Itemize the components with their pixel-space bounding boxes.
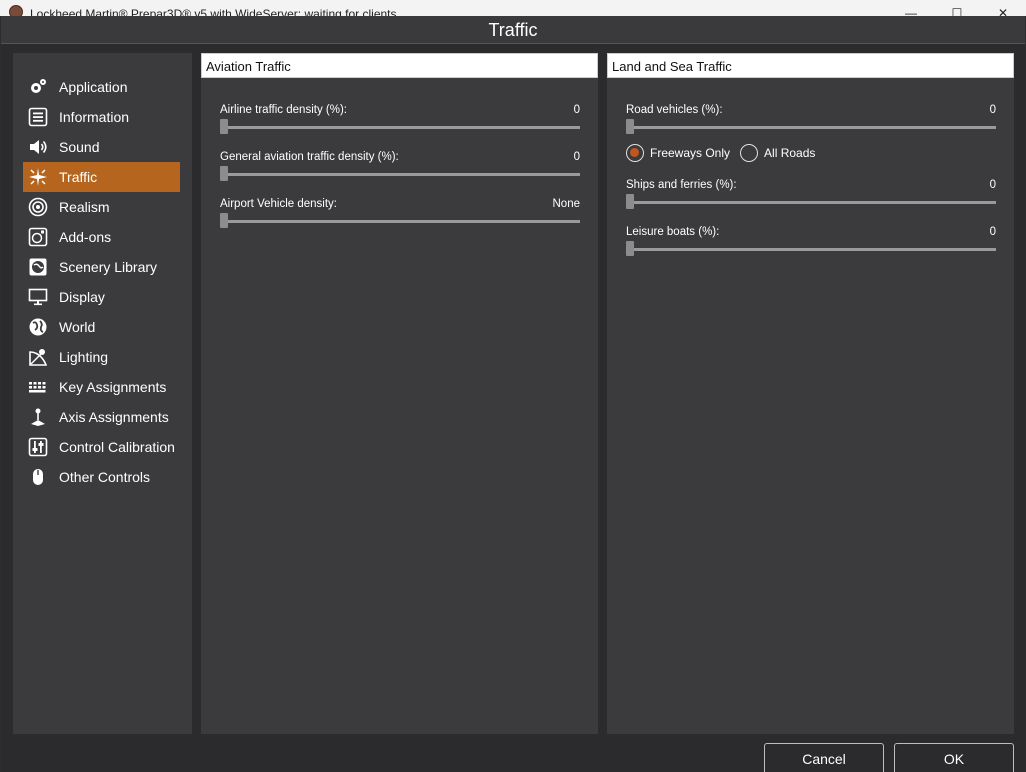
- panel-header: Aviation Traffic: [201, 53, 598, 78]
- slider-thumb[interactable]: [220, 119, 228, 134]
- setting-label: General aviation traffic density (%):: [220, 151, 399, 163]
- setting-value: None: [552, 198, 581, 210]
- setting-value: 0: [989, 226, 996, 238]
- setting-value: 0: [989, 179, 996, 191]
- airline-traffic-slider[interactable]: [222, 126, 580, 129]
- road-vehicles-setting: Road vehicles (%): 0: [626, 104, 996, 144]
- leisure-boats-setting: Leisure boats (%): 0: [626, 226, 996, 266]
- general-aviation-slider[interactable]: [222, 173, 580, 176]
- dialog-body: Application Information Sound Traffic Re…: [1, 44, 1025, 772]
- sidebar-item-scenery-library[interactable]: Scenery Library: [23, 252, 180, 282]
- sidebar-item-label: Axis Assignments: [59, 409, 169, 425]
- sidebar-item-label: Application: [59, 79, 128, 95]
- sidebar-item-label: Traffic: [59, 169, 98, 185]
- monitor-icon: [27, 286, 49, 308]
- leisure-boats-slider[interactable]: [628, 248, 996, 251]
- aviation-traffic-panel: Aviation Traffic Airline traffic density…: [201, 53, 598, 734]
- traffic-icon: [27, 166, 49, 188]
- airport-vehicle-slider[interactable]: [222, 220, 580, 223]
- window-title: Lockheed Martin® Prepar3D® v5 with WideS…: [30, 7, 397, 16]
- sidebar-item-other-controls[interactable]: Other Controls: [23, 462, 180, 492]
- sidebar-item-label: Scenery Library: [59, 259, 158, 275]
- setting-label: Road vehicles (%):: [626, 104, 723, 116]
- slider-thumb[interactable]: [220, 213, 228, 228]
- sidebar-item-label: Other Controls: [59, 469, 151, 485]
- general-aviation-setting: General aviation traffic density (%): 0: [220, 151, 580, 191]
- dialog-title: Traffic: [488, 20, 538, 40]
- sidebar-item-label: Control Calibration: [59, 439, 175, 455]
- sidebar-item-application[interactable]: Application: [23, 72, 180, 102]
- sidebar-item-label: Display: [59, 289, 105, 305]
- setting-label: Airport Vehicle density:: [220, 198, 337, 210]
- settings-sidebar: Application Information Sound Traffic Re…: [13, 53, 192, 734]
- list-icon: [27, 106, 49, 128]
- keyboard-icon: [27, 376, 49, 398]
- road-vehicles-slider[interactable]: [628, 126, 996, 129]
- radio-label: All Roads: [764, 146, 816, 160]
- mouse-icon: [27, 466, 49, 488]
- airline-traffic-setting: Airline traffic density (%): 0: [220, 104, 580, 144]
- slider-thumb[interactable]: [220, 166, 228, 181]
- setting-label: Airline traffic density (%):: [220, 104, 347, 116]
- sidebar-item-label: Key Assignments: [59, 379, 167, 395]
- radio-checked-icon[interactable]: [626, 144, 644, 162]
- road-type-radio-group: Freeways Only All Roads: [626, 143, 825, 163]
- ok-button[interactable]: OK: [894, 743, 1014, 772]
- slider-thumb[interactable]: [626, 119, 634, 134]
- panel-header: Land and Sea Traffic: [607, 53, 1014, 78]
- sidebar-item-control-calibration[interactable]: Control Calibration: [23, 432, 180, 462]
- land-sea-traffic-panel: Land and Sea Traffic Road vehicles (%): …: [607, 53, 1014, 734]
- sidebar-item-realism[interactable]: Realism: [23, 192, 180, 222]
- gear-icon: [27, 76, 49, 98]
- lighting-icon: [27, 346, 49, 368]
- setting-label: Leisure boats (%):: [626, 226, 720, 238]
- radio-label: Freeways Only: [650, 146, 731, 160]
- sidebar-item-label: Information: [59, 109, 130, 125]
- calibration-icon: [27, 436, 49, 458]
- setting-value: 0: [573, 104, 580, 116]
- sidebar-item-display[interactable]: Display: [23, 282, 180, 312]
- speaker-icon: [27, 136, 49, 158]
- sidebar-item-label: Sound: [59, 139, 100, 155]
- dialog-header: Traffic: [1, 16, 1025, 44]
- setting-value: 0: [573, 151, 580, 163]
- radio-unchecked-icon[interactable]: [740, 144, 759, 162]
- sidebar-item-label: World: [59, 319, 96, 335]
- slider-thumb[interactable]: [626, 241, 634, 256]
- world-icon: [27, 316, 49, 338]
- sidebar-item-label: Lighting: [59, 349, 109, 365]
- setting-value: 0: [989, 104, 996, 116]
- slider-thumb[interactable]: [626, 194, 634, 209]
- joystick-icon: [27, 406, 49, 428]
- sidebar-item-label: Add-ons: [59, 229, 112, 245]
- sidebar-item-traffic[interactable]: Traffic: [23, 162, 180, 192]
- sidebar-item-addons[interactable]: Add-ons: [23, 222, 180, 252]
- app-icon: [9, 5, 23, 16]
- sidebar-item-axis-assignments[interactable]: Axis Assignments: [23, 402, 180, 432]
- maximize-button[interactable]: ☐: [934, 0, 980, 16]
- airport-vehicle-setting: Airport Vehicle density: None: [220, 198, 580, 238]
- sidebar-item-lighting[interactable]: Lighting: [23, 342, 180, 372]
- setting-label: Ships and ferries (%):: [626, 179, 737, 191]
- sidebar-item-label: Realism: [59, 199, 110, 215]
- window-titlebar: Lockheed Martin® Prepar3D® v5 with WideS…: [0, 0, 1026, 16]
- addons-icon: [27, 226, 49, 248]
- realism-icon: [27, 196, 49, 218]
- close-button[interactable]: ✕: [980, 0, 1026, 16]
- minimize-button[interactable]: —: [888, 0, 934, 16]
- sidebar-item-sound[interactable]: Sound: [23, 132, 180, 162]
- sidebar-item-information[interactable]: Information: [23, 102, 180, 132]
- sidebar-item-key-assignments[interactable]: Key Assignments: [23, 372, 180, 402]
- all-roads-radio[interactable]: All Roads: [740, 144, 815, 162]
- ships-ferries-setting: Ships and ferries (%): 0: [626, 179, 996, 219]
- cancel-button[interactable]: Cancel: [764, 743, 884, 772]
- freeways-only-radio[interactable]: Freeways Only: [626, 144, 730, 162]
- sidebar-item-world[interactable]: World: [23, 312, 180, 342]
- globe-icon: [27, 256, 49, 278]
- ships-ferries-slider[interactable]: [628, 201, 996, 204]
